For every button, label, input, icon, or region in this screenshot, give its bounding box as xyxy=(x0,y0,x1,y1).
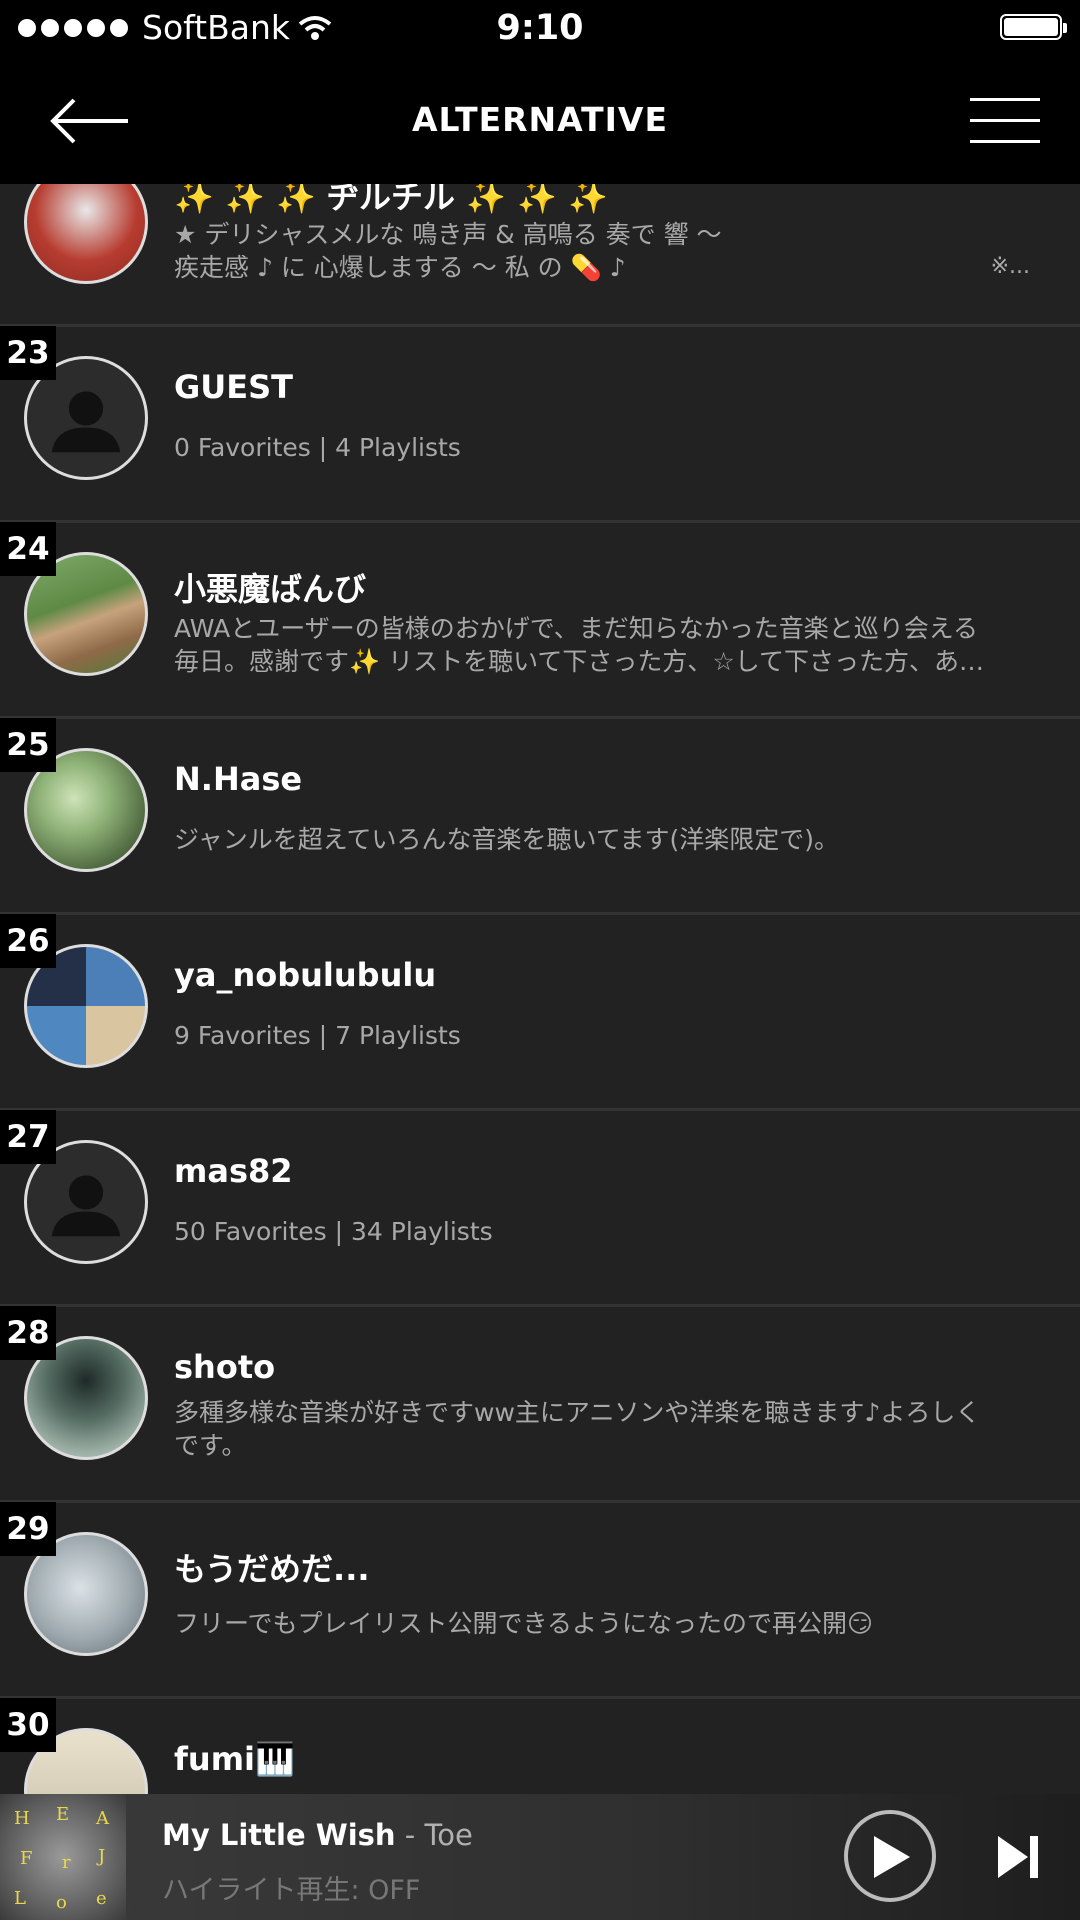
mini-player[interactable]: HEA FrJ Loe My Little Wish - Toe ハイライト再生… xyxy=(0,1794,1080,1920)
rank-badge: 26 xyxy=(0,914,56,968)
status-bar: SoftBank 9:10 xyxy=(0,0,1080,56)
page-title: ALTERNATIVE xyxy=(411,100,669,139)
list-item[interactable]: 30 fumi🎹 xyxy=(0,1698,1080,1794)
hamburger-menu-icon[interactable] xyxy=(970,96,1040,146)
play-icon xyxy=(874,1836,910,1878)
user-description: ジャンルを超えていろんな音楽を聴いてます(洋楽限定で)。 xyxy=(174,825,840,854)
list-item[interactable]: 28 shoto 多種多様な音楽が好きですww主にアニソンや洋楽を聴きます♪よろ… xyxy=(0,1306,1080,1503)
artist-name: Toe xyxy=(424,1818,473,1852)
rank-badge: 23 xyxy=(0,326,56,380)
user-ranking-list: ✨ ✨ ✨ ヂルチル ✨ ✨ ✨ ★ デリシャスメルな 鳴き声 & 高鳴る 奏で… xyxy=(0,184,1080,1794)
list-item[interactable]: 23 GUEST 0 Favorites | 4 Playlists xyxy=(0,326,1080,523)
user-name: ya_nobulubulu xyxy=(174,956,437,994)
list-item[interactable]: ✨ ✨ ✨ ヂルチル ✨ ✨ ✨ ★ デリシャスメルな 鳴き声 & 高鳴る 奏で… xyxy=(0,184,1080,327)
rank-badge: 27 xyxy=(0,1110,56,1164)
user-description: フリーでもプレイリスト公開できるようになったので再公開😏 xyxy=(174,1609,874,1638)
user-name: N.Hase xyxy=(174,760,303,798)
user-description: 多種多様な音楽が好きですww主にアニソンや洋楽を聴きます♪よろしく です。 xyxy=(174,1398,981,1460)
clock: 9:10 xyxy=(496,8,584,48)
highlight-playback-status[interactable]: ハイライト再生: OFF xyxy=(162,1868,420,1907)
rank-badge: 25 xyxy=(0,718,56,772)
rank-badge: 30 xyxy=(0,1698,56,1752)
list-item[interactable]: 26 ya_nobulubulu 9 Favorites | 7 Playlis… xyxy=(0,914,1080,1111)
user-stats: 50 Favorites | 34 Playlists xyxy=(174,1217,493,1246)
user-name: もうだめだ... xyxy=(174,1550,370,1588)
user-name: fumi🎹 xyxy=(174,1740,295,1778)
rank-badge: 28 xyxy=(0,1306,56,1360)
user-name: 小悪魔ばんび xyxy=(174,570,367,608)
list-item[interactable]: 24 小悪魔ばんび AWAとユーザーの皆様のおかげで、まだ知らなかった音楽と巡り… xyxy=(0,522,1080,719)
battery-icon xyxy=(1000,14,1067,40)
navigation-bar: ALTERNATIVE xyxy=(0,56,1080,184)
user-description: AWAとユーザーの皆様のおかげで、まだ知らなかった音楽と巡り会える 毎日。感謝で… xyxy=(174,614,984,676)
rank-badge: 29 xyxy=(0,1502,56,1556)
track-separator: - xyxy=(395,1818,425,1852)
track-title: My Little Wish xyxy=(162,1818,396,1852)
list-item[interactable]: 25 N.Hase ジャンルを超えていろんな音楽を聴いてます(洋楽限定で)。 xyxy=(0,718,1080,915)
album-art: HEA FrJ Loe xyxy=(0,1794,126,1920)
play-button[interactable] xyxy=(844,1810,936,1902)
list-item[interactable]: 27 mas82 50 Favorites | 34 Playlists xyxy=(0,1110,1080,1307)
list-item[interactable]: 29 もうだめだ... フリーでもプレイリスト公開できるようになったので再公開😏 xyxy=(0,1502,1080,1699)
user-stats: 9 Favorites | 7 Playlists xyxy=(174,1021,461,1050)
description-more: ※... xyxy=(990,254,1030,279)
user-name: mas82 xyxy=(174,1152,293,1190)
user-stats: 0 Favorites | 4 Playlists xyxy=(174,433,461,462)
user-name: shoto xyxy=(174,1348,276,1386)
now-playing[interactable]: My Little Wish - Toe xyxy=(162,1818,473,1852)
rank-badge: 24 xyxy=(0,522,56,576)
user-name: ✨ ✨ ✨ ヂルチル ✨ ✨ ✨ xyxy=(174,184,608,216)
skip-next-icon[interactable] xyxy=(996,1832,1040,1882)
avatar xyxy=(24,184,148,284)
user-name: GUEST xyxy=(174,368,293,406)
user-description: ★ デリシャスメルな 鳴き声 & 高鳴る 奏で 響 〜 疾走感 ♪ に 心爆しま… xyxy=(174,220,722,282)
